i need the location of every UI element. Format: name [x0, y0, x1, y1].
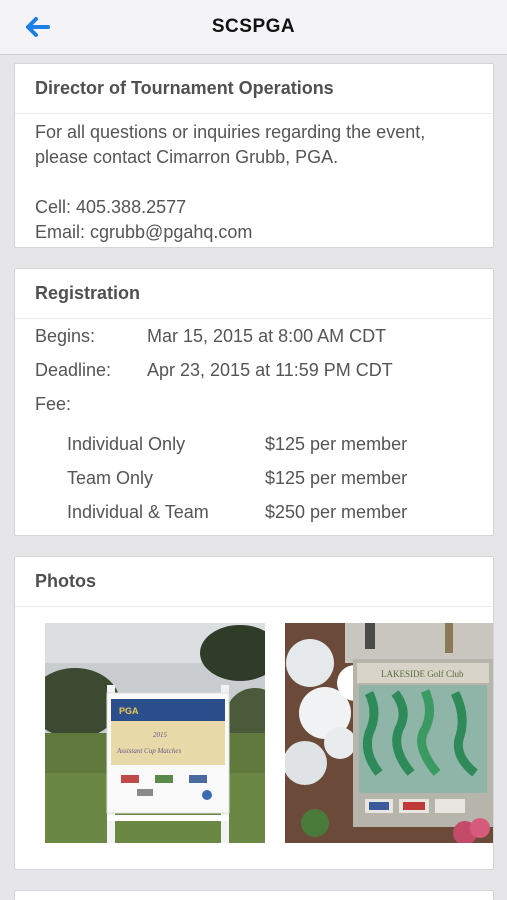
begins-label: Begins: — [35, 325, 96, 346]
page-title: SCSPGA — [211, 16, 296, 37]
photos-carousel[interactable]: PGA 2015 Assistant Cup Matches LAKESIDE … — [15, 607, 493, 869]
fee-row: Fee: — [35, 387, 473, 421]
director-card: Director of Tournament Operations For al… — [14, 63, 494, 248]
contact-cell[interactable]: Cell: 405.388.2577 — [35, 195, 473, 220]
fee-item: Team Only $125 per member — [35, 461, 473, 495]
photo-thumbnail[interactable]: PGA 2015 Assistant Cup Matches — [45, 623, 265, 843]
sign-year: 2015 — [153, 731, 168, 739]
contact-email[interactable]: Email: cgrubb@pgahq.com — [35, 220, 473, 245]
begins-value: Mar 15, 2015 at 8:00 AM CDT — [147, 325, 387, 346]
sign-photo-image: PGA 2015 Assistant Cup Matches — [45, 623, 265, 843]
fee-type: Team Only — [67, 467, 154, 488]
fee-price: $250 per member — [265, 501, 408, 522]
fee-price: $125 per member — [265, 467, 408, 488]
navigation-bar: SCSPGA — [0, 0, 507, 55]
photos-card: Photos PGA 2015 Assistant Cup Matches LA… — [14, 556, 494, 870]
sign-text: Assistant Cup Matches — [116, 747, 181, 755]
course-map-photo-image: LAKESIDE Golf Club — [285, 623, 493, 843]
photos-heading: Photos — [15, 557, 493, 607]
sign-logo: PGA — [119, 706, 139, 716]
begins-row: Begins: Mar 15, 2015 at 8:00 AM CDT — [35, 319, 473, 353]
fee-item: Individual & Team $250 per member — [35, 495, 473, 529]
registration-card: Registration Begins: Mar 15, 2015 at 8:0… — [14, 268, 494, 536]
registration-heading: Registration — [15, 269, 493, 319]
deadline-row: Deadline: Apr 23, 2015 at 11:59 PM CDT — [35, 353, 473, 387]
next-card — [14, 890, 494, 900]
fee-type: Individual & Team — [67, 501, 209, 522]
contact-message: For all questions or inquiries regarding… — [35, 122, 426, 167]
fee-item: Individual Only $125 per member — [35, 427, 473, 461]
deadline-value: Apr 23, 2015 at 11:59 PM CDT — [147, 359, 393, 380]
sign-text: LAKESIDE Golf Club — [381, 669, 464, 679]
photo-thumbnail[interactable]: LAKESIDE Golf Club — [285, 623, 493, 843]
fee-label: Fee: — [35, 393, 72, 414]
director-heading: Director of Tournament Operations — [15, 64, 493, 114]
fee-type: Individual Only — [67, 433, 186, 454]
deadline-label: Deadline: — [35, 359, 112, 380]
fee-price: $125 per member — [265, 433, 408, 454]
